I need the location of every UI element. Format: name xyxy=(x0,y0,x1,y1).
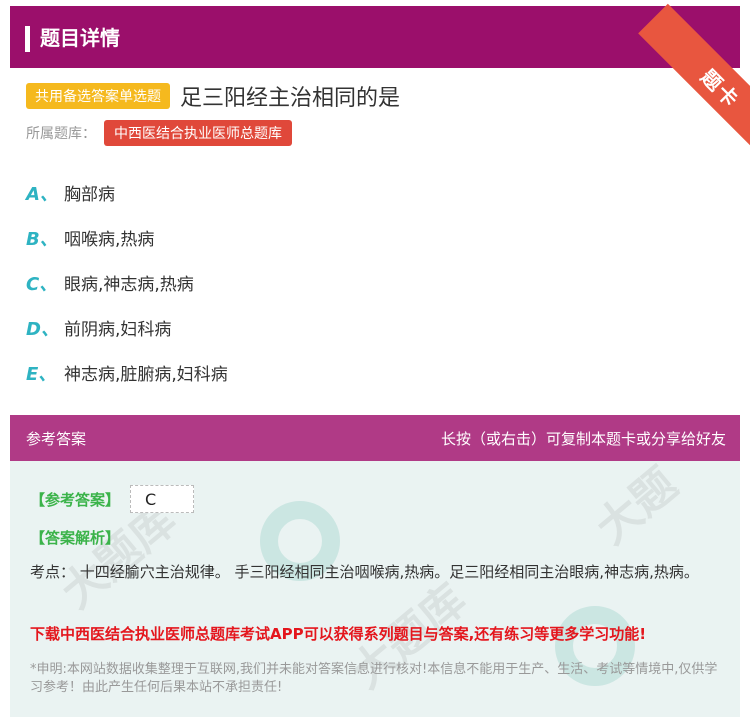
option-text: 眼病,神志病,热病 xyxy=(64,275,194,295)
option-letter: D、 xyxy=(26,318,59,340)
option-letter: E、 xyxy=(26,363,57,385)
answer-section-body: 大题库 大题库 大题 【参考答案】 C 【答案解析】 考点： 十四经腧穴主治规律… xyxy=(10,461,740,717)
answer-section-header: 参考答案 长按（或右击）可复制本题卡或分享给好友 xyxy=(10,415,740,461)
reference-answer-row: 【参考答案】 C xyxy=(30,485,195,513)
answer-section-title: 参考答案 xyxy=(26,430,87,448)
corner-badge-text: 题卡 xyxy=(696,64,745,113)
option-text: 咽喉病,热病 xyxy=(64,230,155,250)
watermark: 大题 xyxy=(586,461,687,555)
reference-answer-value: C xyxy=(130,485,195,513)
analysis-text: 考点： 十四经腧穴主治规律。 手三阳经相同主治咽喉病,热病。足三阳经相同主治眼病… xyxy=(30,563,699,581)
option-e[interactable]: E、 神志病,脏腑病,妇科病 xyxy=(26,350,228,395)
bank-tag-link[interactable]: 中西医结合执业医师总题库 xyxy=(104,120,292,146)
options-list: A、 胸部病 B、 咽喉病,热病 C、 眼病,神志病,热病 D、 前阴病,妇科病… xyxy=(26,170,228,395)
app-download-promo-link[interactable]: 下载中西医结合执业医师总题库考试APP可以获得系列题目与答案,还有练习等更多学习… xyxy=(30,623,646,644)
option-text: 胸部病 xyxy=(64,185,115,205)
option-letter: A、 xyxy=(26,183,58,205)
option-d[interactable]: D、 前阴病,妇科病 xyxy=(26,305,228,350)
option-letter: C、 xyxy=(26,273,58,295)
page-title: 题目详情 xyxy=(40,26,120,50)
option-b[interactable]: B、 咽喉病,热病 xyxy=(26,215,228,260)
disclaimer-text: *申明:本网站数据收集整理于互联网,我们并未能对答案信息进行核对!本信息不能用于… xyxy=(30,662,718,695)
question-row: 共用备选答案单选题 足三阳经主治相同的是 xyxy=(26,80,400,112)
option-text: 神志病,脏腑病,妇科病 xyxy=(64,365,228,385)
question-type-badge: 共用备选答案单选题 xyxy=(26,83,170,109)
page-header: 题目详情 xyxy=(10,6,740,68)
bank-label: 所属题库： xyxy=(26,126,96,142)
option-text: 前阴病,妇科病 xyxy=(64,320,172,340)
option-c[interactable]: C、 眼病,神志病,热病 xyxy=(26,260,228,305)
header-accent-bar xyxy=(25,26,30,52)
question-bank-row: 所属题库： 中西医结合执业医师总题库 xyxy=(26,120,292,146)
option-letter: B、 xyxy=(26,228,58,250)
question-text: 足三阳经主治相同的是 xyxy=(180,86,401,111)
reference-answer-label: 【参考答案】 xyxy=(30,490,121,509)
share-hint: 长按（或右击）可复制本题卡或分享给好友 xyxy=(440,430,726,448)
option-a[interactable]: A、 胸部病 xyxy=(26,170,228,215)
analysis-label: 【答案解析】 xyxy=(30,529,121,547)
